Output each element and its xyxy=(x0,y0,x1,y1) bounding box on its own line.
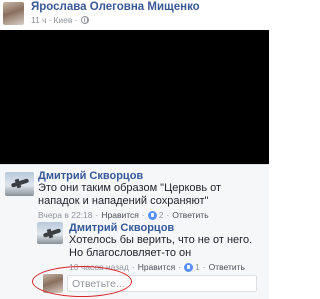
like-icon xyxy=(147,210,157,220)
reply-input[interactable] xyxy=(67,275,257,292)
reply-comment-avatar[interactable] xyxy=(37,222,63,244)
meta-dot: · xyxy=(48,15,52,25)
meta-dot: · xyxy=(131,262,135,272)
like-count[interactable]: 1 xyxy=(195,262,200,272)
like-icon xyxy=(184,262,194,272)
reply-composer xyxy=(37,272,265,294)
meta-dot: · xyxy=(95,210,99,220)
reply-comment-text: Хотелось бы верить, что не от него. Но б… xyxy=(69,234,253,259)
like-link[interactable]: Нравится xyxy=(138,262,176,272)
globe-icon xyxy=(81,16,90,24)
reply-link[interactable]: Ответить xyxy=(209,262,245,272)
comment-author-name[interactable]: Дмитрий Скворцов xyxy=(38,170,143,182)
meta-dot: · xyxy=(178,262,182,272)
like-count[interactable]: 2 xyxy=(159,210,164,220)
like-link[interactable]: Нравится xyxy=(101,210,139,220)
post-author-name[interactable]: Ярослава Олеговна Мищенко xyxy=(31,1,200,13)
composer-avatar xyxy=(43,274,63,293)
post-media[interactable] xyxy=(0,30,269,164)
reply-link[interactable]: Ответить xyxy=(172,210,208,220)
post-meta: 11 ч · Киев · xyxy=(31,15,90,25)
post-location[interactable]: Киев xyxy=(53,15,72,25)
comment-meta: Вчера в 22:18 · Нравится · 2 · Ответить xyxy=(38,210,209,220)
reply-comment-meta: 10 часов назад · Нравится · 1 · Ответить xyxy=(69,262,245,272)
meta-dot: · xyxy=(202,262,206,272)
post-header: Ярослава Олеговна Мищенко 11 ч · Киев · xyxy=(0,0,269,30)
comment-avatar[interactable] xyxy=(5,172,34,196)
post-time[interactable]: 11 ч xyxy=(31,15,47,25)
meta-dot-2: · xyxy=(74,15,78,25)
author-avatar[interactable] xyxy=(3,2,24,25)
comment-time[interactable]: Вчера в 22:18 xyxy=(38,210,93,220)
comment-text: Это они таким образом "Церковь от нападо… xyxy=(38,182,222,207)
meta-dot: · xyxy=(141,210,145,220)
divider xyxy=(0,164,269,165)
meta-dot: · xyxy=(166,210,170,220)
comment-time[interactable]: 10 часов назад xyxy=(69,262,129,272)
reply-comment-author-name[interactable]: Дмитрий Скворцов xyxy=(69,222,174,234)
